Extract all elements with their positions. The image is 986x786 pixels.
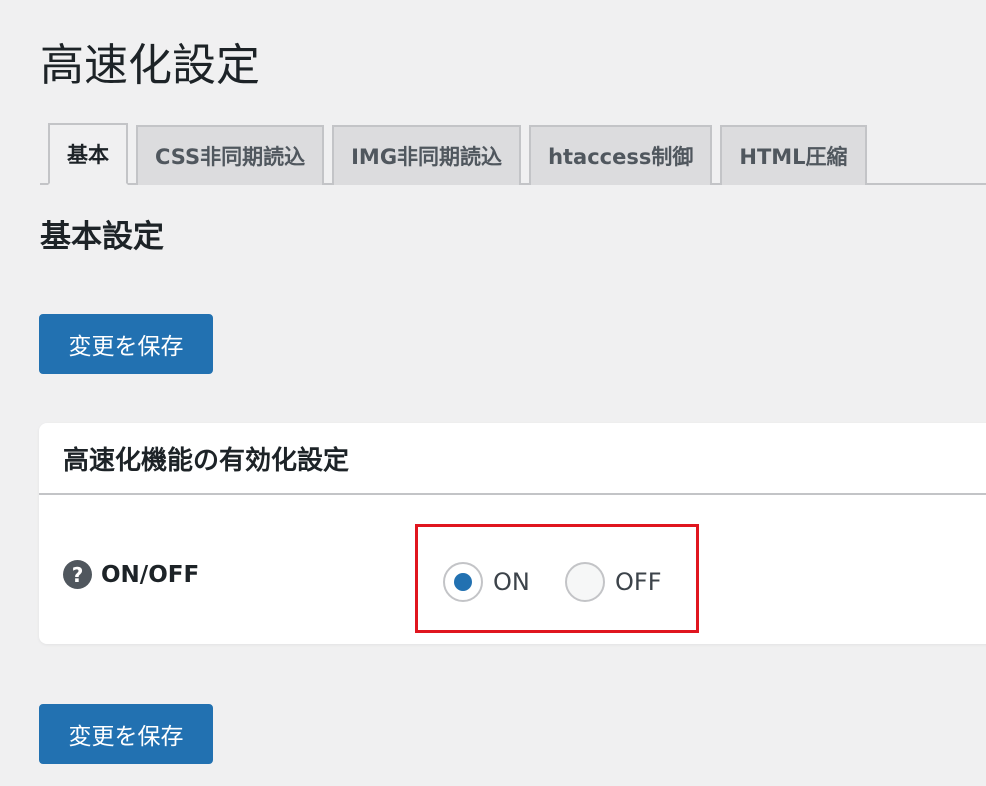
page-title: 高速化設定 [40,40,260,91]
on-off-label: ON/OFF [101,562,200,588]
save-button-top[interactable]: 変更を保存 [39,314,213,374]
tab-basic[interactable]: 基本 [48,123,128,185]
radio-selected-dot [454,573,472,591]
settings-card: 高速化機能の有効化設定 ? ON/OFF ON OFF [39,423,986,644]
tab-bar: 基本 CSS非同期読込 IMG非同期読込 htaccess制御 HTML圧縮 [40,123,986,185]
tab-htaccess[interactable]: htaccess制御 [529,125,713,185]
radio-option-on[interactable]: ON [443,562,530,602]
radio-button-on[interactable] [443,562,483,602]
radio-option-off[interactable]: OFF [565,562,662,602]
tab-html-compress[interactable]: HTML圧縮 [720,125,867,185]
radio-label-off: OFF [615,568,662,596]
save-button-bottom[interactable]: 変更を保存 [39,704,213,764]
tab-img-async[interactable]: IMG非同期読込 [332,125,522,185]
radio-label-on: ON [493,568,530,596]
radio-button-off[interactable] [565,562,605,602]
section-title: 基本設定 [40,219,164,255]
help-icon[interactable]: ? [63,560,92,589]
tab-css-async[interactable]: CSS非同期読込 [136,125,325,185]
card-title: 高速化機能の有効化設定 [63,445,350,476]
card-header: 高速化機能の有効化設定 [39,423,986,495]
